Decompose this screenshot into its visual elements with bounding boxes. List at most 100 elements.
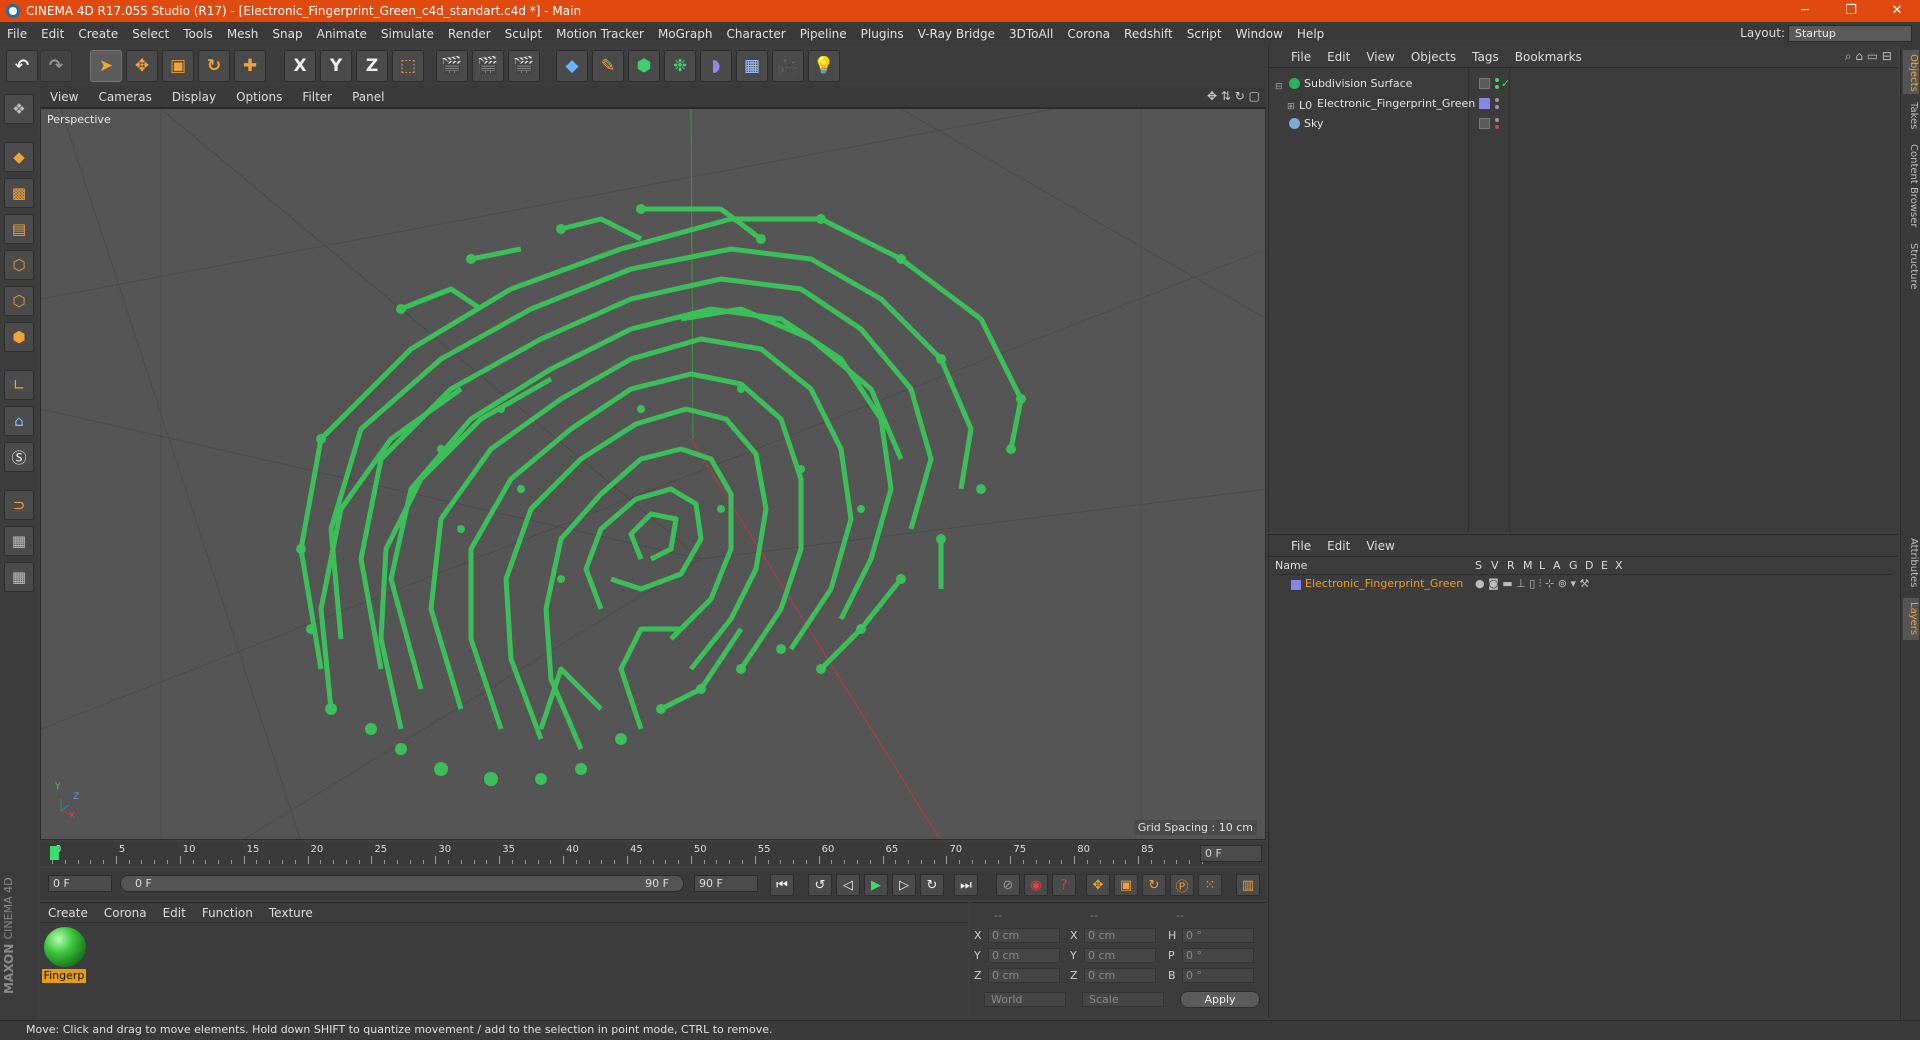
menu-window[interactable]: Window — [1229, 27, 1290, 41]
key-scale-button[interactable]: ▣ — [1114, 874, 1138, 896]
key-position-button[interactable]: ✥ — [1086, 874, 1110, 896]
perspective-viewport[interactable]: Y Z X Perspective Grid Spacing : 10 cm — [40, 108, 1266, 840]
solo-mode-button[interactable]: Ⓢ — [4, 442, 34, 472]
menu-file[interactable]: File — [0, 27, 34, 41]
play-button[interactable]: ▶ — [864, 874, 888, 896]
menu-select[interactable]: Select — [125, 27, 176, 41]
scale-dropdown[interactable]: Scale — [1082, 992, 1164, 1007]
layer-name[interactable]: Electronic_Fingerprint_Green — [1305, 577, 1463, 590]
previous-key-button[interactable]: ↺ — [808, 874, 832, 896]
tab-attributes[interactable]: Attributes — [1903, 532, 1919, 594]
apply-button[interactable]: Apply — [1180, 991, 1260, 1008]
cube-primitive-button[interactable]: ◆ — [556, 50, 588, 82]
menu-help[interactable]: Help — [1290, 27, 1331, 41]
scale-tool-button[interactable]: ▣ — [162, 50, 194, 82]
live-selection-button[interactable]: ✚ — [234, 50, 266, 82]
key-parameter-button[interactable]: Ⓟ — [1170, 874, 1194, 896]
tab-objects[interactable]: Objects — [1903, 50, 1919, 94]
object-row-electronic-fingerprint[interactable]: ⊞ L0 Electronic_Fingerprint_Green — [1273, 94, 1879, 113]
editor-visibility-dot[interactable] — [1495, 78, 1499, 82]
layers-menu-file[interactable]: File — [1283, 539, 1319, 553]
restore-button[interactable]: ❐ — [1828, 0, 1874, 22]
selection-tool-button[interactable]: ➤ — [90, 50, 122, 82]
menu-script[interactable]: Script — [1180, 27, 1229, 41]
material-menu-function[interactable]: Function — [194, 906, 261, 920]
rotation-h-field[interactable]: 0 ° — [1182, 928, 1254, 943]
frame-range-slider[interactable]: 0 F 90 F — [120, 875, 684, 892]
model-mode-button[interactable]: ◆ — [4, 142, 34, 172]
timeline-window-button[interactable]: ▥ — [1236, 874, 1260, 896]
key-rotation-button[interactable]: ↻ — [1142, 874, 1166, 896]
world-dropdown[interactable]: World — [984, 992, 1066, 1007]
menu-animate[interactable]: Animate — [310, 27, 374, 41]
polygons-mode-button[interactable]: ⬢ — [4, 322, 34, 352]
axis-x-button[interactable]: X — [284, 50, 316, 82]
rotation-b-field[interactable]: 0 ° — [1182, 968, 1254, 983]
layout-dropdown[interactable]: Startup — [1788, 25, 1912, 42]
enabled-check-icon[interactable]: ✓ — [1501, 74, 1510, 93]
go-to-start-button[interactable]: ⏮ — [770, 874, 794, 896]
snap-button[interactable]: ⊃ — [4, 490, 34, 520]
viewport-menu-view[interactable]: View — [40, 90, 88, 104]
layer-toggle-icons[interactable]: ● ◙ ▬ ⊥ ▯ ⫶ ⊹ ⊚ ▾ ⚒ — [1475, 577, 1589, 591]
axis-y-button[interactable]: Y — [320, 50, 352, 82]
menu-simulate[interactable]: Simulate — [374, 27, 441, 41]
visibility-toggle[interactable] — [1479, 118, 1490, 129]
viewport-menu-panel[interactable]: Panel — [342, 90, 394, 104]
menu-mesh[interactable]: Mesh — [220, 27, 266, 41]
material-menu-texture[interactable]: Texture — [261, 906, 321, 920]
points-mode-button[interactable]: ⬡ — [4, 250, 34, 280]
undo-button[interactable]: ↶ — [6, 50, 38, 82]
menu-sculpt[interactable]: Sculpt — [498, 27, 549, 41]
object-row-subdivision-surface[interactable]: ⊟ Subdivision Surface ✓ — [1273, 74, 1879, 93]
menu-mograph[interactable]: MoGraph — [651, 27, 720, 41]
objects-menu-bookmarks[interactable]: Bookmarks — [1507, 50, 1590, 64]
next-frame-button[interactable]: ▷ — [892, 874, 916, 896]
record-active-button[interactable]: ⊘ — [996, 874, 1020, 896]
deformer-button[interactable]: ◗ — [700, 50, 732, 82]
position-x-field[interactable]: 0 cm — [988, 928, 1060, 943]
objects-menu-tags[interactable]: Tags — [1464, 50, 1507, 64]
autokey-button[interactable]: ◉ — [1024, 874, 1048, 896]
render-visibility-dot[interactable] — [1495, 125, 1499, 129]
keyframe-selection-button[interactable]: ? — [1052, 874, 1076, 896]
camera-button[interactable]: 🎥 — [772, 50, 804, 82]
locked-workplane-button[interactable]: ▦ — [4, 526, 34, 556]
layer-row[interactable]: Electronic_Fingerprint_Green ● ◙ ▬ ⊥ ▯ ⫶… — [1273, 577, 1893, 593]
objects-menu-file[interactable]: File — [1283, 50, 1319, 64]
menu-render[interactable]: Render — [441, 27, 498, 41]
make-editable-button[interactable]: ❖ — [4, 94, 34, 124]
floor-button[interactable]: ▦ — [736, 50, 768, 82]
menu-tools[interactable]: Tools — [176, 27, 220, 41]
render-visibility-dot[interactable] — [1495, 85, 1499, 89]
axis-mode-button[interactable]: ∟ — [4, 370, 34, 400]
menu-vray-bridge[interactable]: V-Ray Bridge — [911, 27, 1002, 41]
fingerprint-model[interactable] — [298, 206, 1024, 750]
rotation-p-field[interactable]: 0 ° — [1182, 948, 1254, 963]
editor-visibility-dot[interactable] — [1495, 118, 1499, 122]
menu-edit[interactable]: Edit — [34, 27, 71, 41]
viewport-menu-options[interactable]: Options — [226, 90, 292, 104]
render-settings-button[interactable]: 🎬 — [508, 50, 540, 82]
search-home-icons[interactable]: ⌕ ⌂ ▭ ⊟ — [1845, 49, 1892, 64]
menu-3dtoall[interactable]: 3DToAll — [1002, 27, 1060, 41]
material-name-label[interactable]: Fingerp — [42, 969, 86, 983]
editor-visibility-dot[interactable] — [1495, 98, 1499, 102]
material-preview-sphere[interactable] — [44, 927, 86, 967]
move-tool-button[interactable]: ✥ — [126, 50, 158, 82]
tab-layers[interactable]: Layers — [1903, 598, 1919, 640]
viewport-menu-display[interactable]: Display — [162, 90, 226, 104]
visibility-toggle[interactable] — [1479, 78, 1490, 89]
size-y-field[interactable]: 0 cm — [1084, 948, 1156, 963]
objects-menu-edit[interactable]: Edit — [1319, 50, 1358, 64]
go-to-end-button[interactable]: ⏭ — [954, 874, 978, 896]
next-key-button[interactable]: ↻ — [920, 874, 944, 896]
start-frame-field[interactable]: 0 F — [48, 875, 112, 892]
coordinate-system-button[interactable]: ⬚ — [392, 50, 424, 82]
layer-color-swatch[interactable] — [1291, 580, 1301, 590]
rotate-tool-button[interactable]: ↻ — [198, 50, 230, 82]
light-button[interactable]: 💡 — [808, 50, 840, 82]
layer-color-swatch[interactable] — [1479, 98, 1490, 109]
material-menu-create[interactable]: Create — [40, 906, 96, 920]
planar-workplane-button[interactable]: ▦ — [4, 562, 34, 592]
